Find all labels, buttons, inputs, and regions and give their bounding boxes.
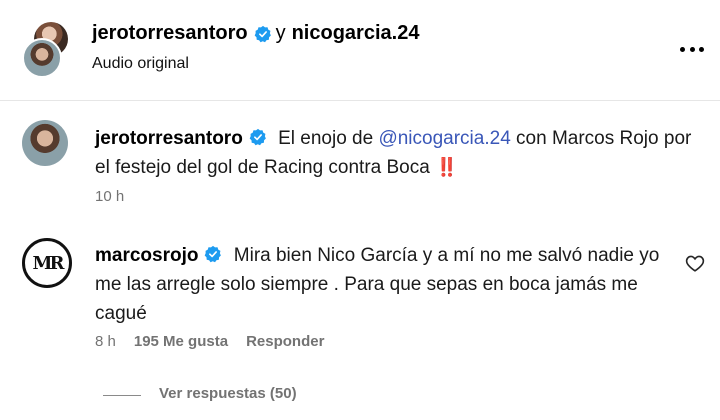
collab-avatars[interactable]: [22, 22, 70, 78]
verified-badge-icon: [205, 245, 222, 263]
more-options-icon[interactable]: [680, 37, 704, 61]
view-replies-button[interactable]: Ver respuestas (50): [159, 385, 297, 402]
post-header: jerotorresantoro y nicogarcia.24 Audio o…: [0, 0, 720, 100]
like-heart-icon[interactable]: [685, 254, 705, 272]
audio-label[interactable]: Audio original: [92, 55, 189, 73]
comment-username[interactable]: marcosrojo: [95, 245, 198, 266]
header-usernames: jerotorresantoro y nicogarcia.24: [92, 22, 419, 45]
caption-timestamp: 10 h: [95, 188, 125, 205]
double-exclamation-emoji: ‼️: [435, 157, 458, 177]
verified-badge-icon: [249, 128, 266, 146]
comment: marcosrojo Mira bien Nico García y a mí …: [95, 241, 670, 328]
comment-timestamp: 8 h: [95, 333, 116, 350]
caption-text-1: El enojo de: [278, 128, 379, 149]
comment-meta: 8 h 195 Me gusta Responder: [95, 333, 324, 350]
header-divider: [0, 100, 720, 101]
avatar-jerotorresantoro[interactable]: [22, 38, 62, 78]
avatar-logo: MR: [32, 252, 65, 274]
verified-badge-icon: [254, 25, 271, 42]
header-username-2[interactable]: nicogarcia.24: [292, 22, 420, 45]
header-conjunction: y: [275, 22, 286, 44]
caption-mention[interactable]: @nicogarcia.24: [378, 128, 510, 149]
caption-avatar[interactable]: [22, 120, 68, 166]
reply-button[interactable]: Responder: [246, 333, 324, 350]
caption: jerotorresantoro El enojo de @nicogarcia…: [95, 124, 695, 182]
comment-avatar[interactable]: MR: [22, 238, 72, 288]
header-username-1[interactable]: jerotorresantoro: [92, 22, 248, 45]
replies-divider-line: [103, 395, 141, 396]
likes-count[interactable]: 195 Me gusta: [134, 333, 228, 350]
caption-username[interactable]: jerotorresantoro: [95, 128, 243, 149]
